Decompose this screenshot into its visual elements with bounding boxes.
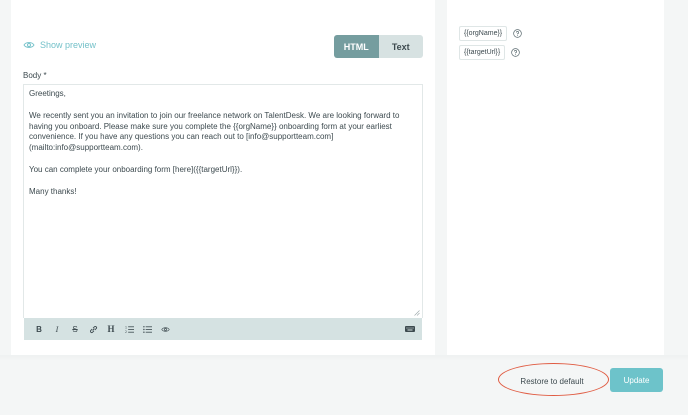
ordered-list-icon: 1 2 bbox=[125, 325, 134, 334]
variable-chip[interactable]: {{orgName}} bbox=[459, 26, 508, 41]
show-preview-link[interactable]: Show preview bbox=[23, 40, 96, 50]
body-paragraph: You can complete your onboarding form [h… bbox=[29, 164, 243, 174]
strikethrough-button[interactable]: S bbox=[68, 322, 82, 336]
resize-handle-icon[interactable] bbox=[414, 310, 420, 316]
variable-chip[interactable]: {{targetUrl}} bbox=[459, 45, 506, 60]
body-paragraph: We recently sent you an invitation to jo… bbox=[29, 110, 400, 153]
show-preview-label: Show preview bbox=[40, 40, 97, 50]
help-icon[interactable] bbox=[511, 48, 520, 57]
html-toggle-button[interactable]: HTML bbox=[334, 35, 379, 58]
bullet-list-icon bbox=[142, 325, 152, 333]
body-content: Greetings, We recently sent you an invit… bbox=[29, 89, 419, 209]
keyboard-shortcuts-button[interactable] bbox=[404, 323, 416, 335]
variable-row-orgname: {{orgName}} bbox=[459, 26, 522, 41]
body-label: Body * bbox=[23, 71, 47, 80]
eye-icon bbox=[160, 326, 170, 332]
svg-text:2: 2 bbox=[125, 330, 127, 334]
preview-button[interactable] bbox=[158, 322, 172, 336]
link-button[interactable] bbox=[86, 322, 100, 336]
card-shadow bbox=[0, 355, 688, 361]
bold-button[interactable]: B bbox=[32, 322, 46, 336]
keyboard-icon bbox=[405, 326, 415, 332]
heading-button[interactable]: H bbox=[104, 322, 118, 336]
link-icon bbox=[89, 325, 97, 333]
bullet-list-button[interactable] bbox=[140, 322, 154, 336]
restore-to-default-button[interactable]: Restore to default bbox=[508, 372, 596, 391]
body-textarea[interactable]: Greetings, We recently sent you an invit… bbox=[23, 84, 423, 318]
body-paragraph: Greetings, bbox=[29, 89, 66, 98]
help-icon[interactable] bbox=[513, 29, 522, 38]
format-toggle: HTML Text bbox=[334, 35, 423, 58]
italic-button[interactable]: I bbox=[50, 322, 64, 336]
variable-row-targeturl: {{targetUrl}} bbox=[459, 45, 520, 60]
editor-toolbar: B I S H 1 2 bbox=[24, 318, 422, 340]
text-toggle-button[interactable]: Text bbox=[378, 35, 423, 58]
svg-text:1: 1 bbox=[125, 325, 127, 329]
update-button[interactable]: Update bbox=[610, 368, 663, 392]
ordered-list-button[interactable]: 1 2 bbox=[122, 322, 136, 336]
eye-icon bbox=[23, 42, 35, 48]
body-paragraph: Many thanks! bbox=[29, 186, 77, 196]
